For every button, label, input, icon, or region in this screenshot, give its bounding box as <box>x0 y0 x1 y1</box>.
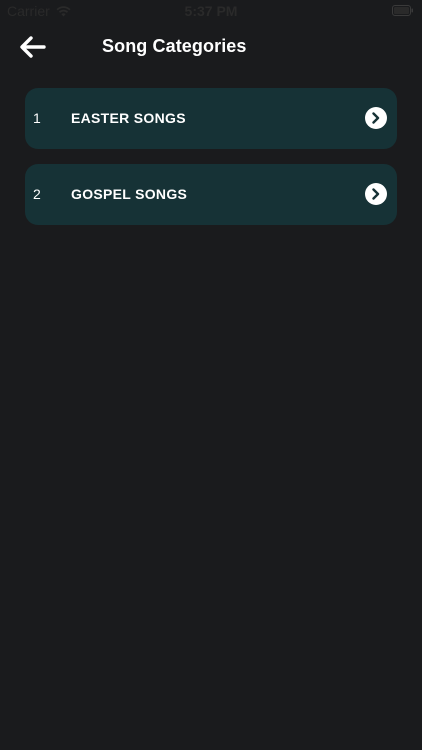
chevron-right-icon <box>372 188 380 200</box>
category-item-easter-songs[interactable]: 1 EASTER SONGS <box>25 88 397 149</box>
screen: Carrier 5:37 PM Song Categories 1 EASTER… <box>0 0 422 750</box>
header: Song Categories <box>0 28 422 66</box>
category-label: EASTER SONGS <box>71 110 186 126</box>
chevron-right-icon <box>372 112 380 124</box>
category-index: 1 <box>33 110 41 126</box>
back-button[interactable] <box>18 34 48 60</box>
battery-icon <box>392 5 413 16</box>
category-list: 1 EASTER SONGS 2 GOSPEL SONGS <box>25 88 397 240</box>
arrow-left-icon <box>20 36 46 58</box>
category-label: GOSPEL SONGS <box>71 186 188 202</box>
status-bar: Carrier 5:37 PM <box>0 0 422 22</box>
status-time: 5:37 PM <box>184 3 238 19</box>
category-item-gospel-songs[interactable]: 2 GOSPEL SONGS <box>25 164 397 225</box>
chevron-right-circle-icon[interactable] <box>365 183 387 205</box>
page-title: Song Categories <box>102 36 247 56</box>
chevron-right-circle-icon[interactable] <box>365 107 387 129</box>
category-index: 2 <box>33 186 41 202</box>
